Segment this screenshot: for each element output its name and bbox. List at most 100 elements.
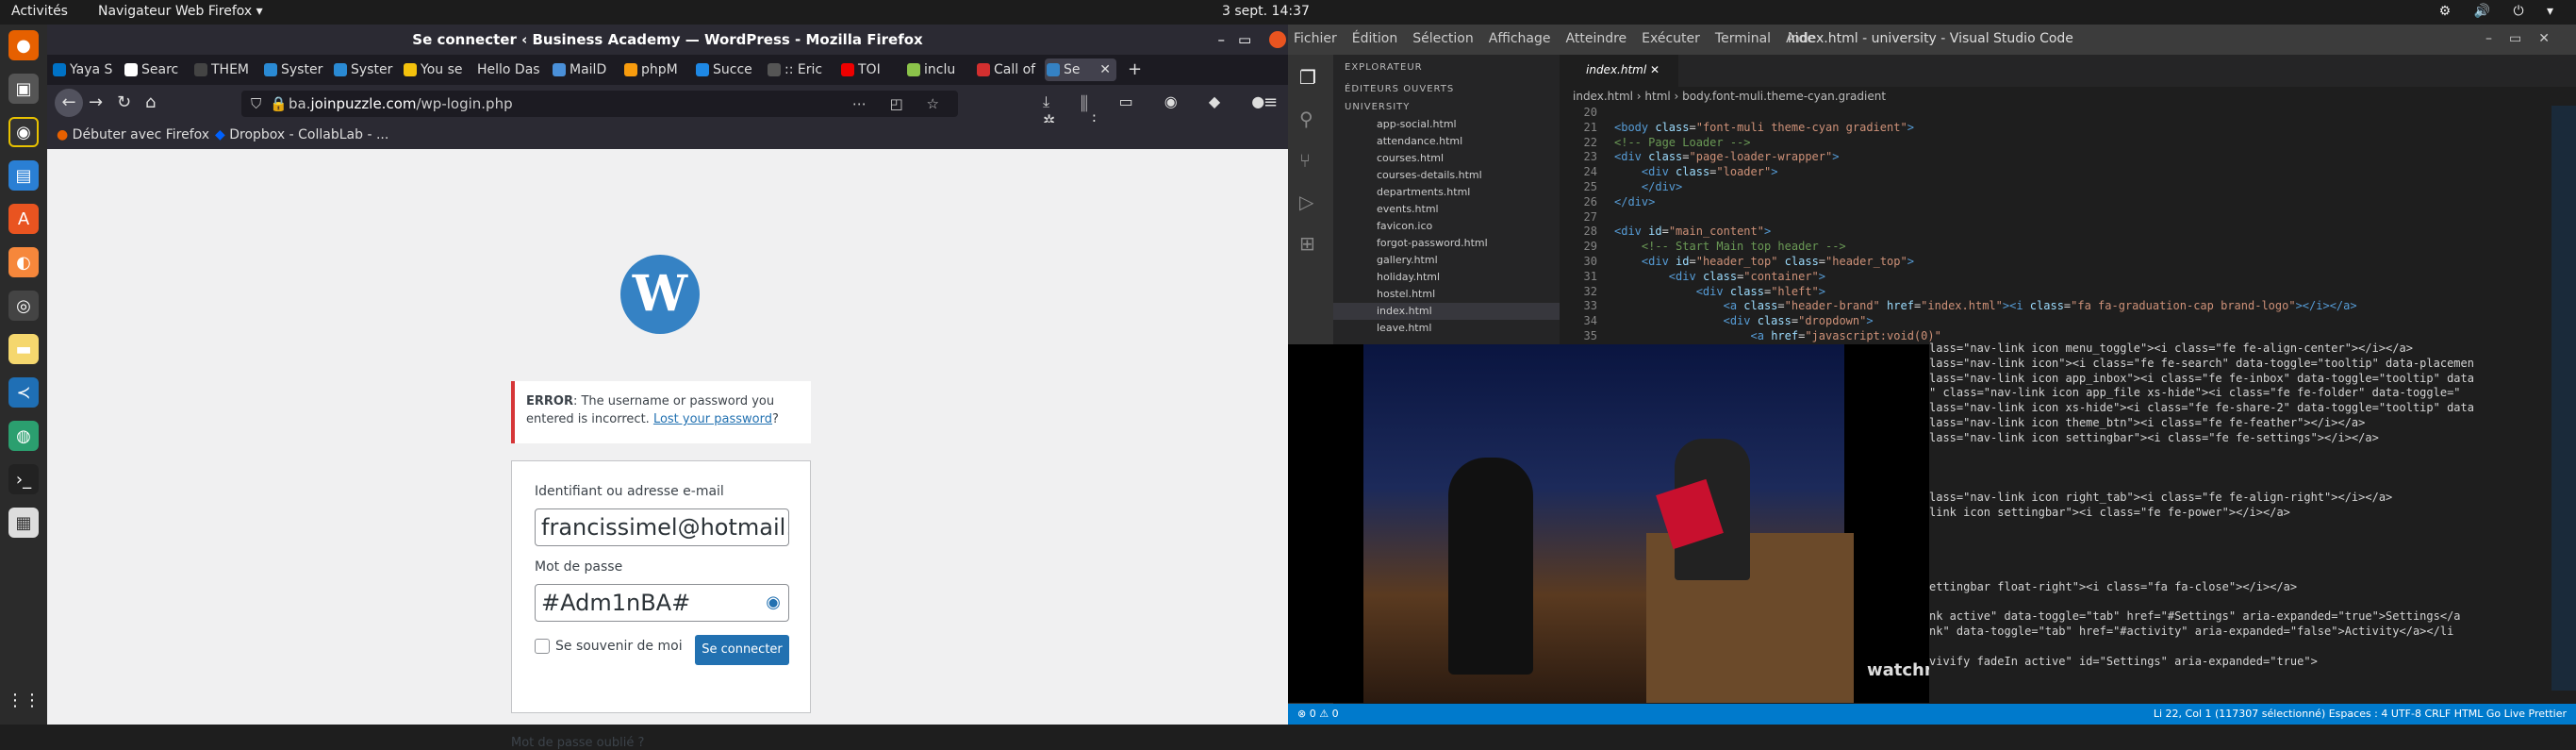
clock[interactable]: 3 sept. 14:37 xyxy=(1222,4,1310,19)
menu-item[interactable]: Exécuter xyxy=(1642,31,1700,46)
tab-item[interactable]: TOI xyxy=(839,58,901,81)
window-controls[interactable]: –▭✕ xyxy=(2485,31,2567,46)
open-editors-section[interactable]: ÉDITEURS OUVERTS xyxy=(1333,80,1560,98)
tab-item-active[interactable]: Se ✕ xyxy=(1045,58,1116,81)
firefox-icon[interactable]: ● xyxy=(8,30,39,60)
file-item[interactable]: courses.html xyxy=(1333,150,1560,167)
file-item[interactable]: courses-details.html xyxy=(1333,167,1560,184)
system-icon xyxy=(264,63,277,76)
breadcrumb[interactable]: index.html › html › body.font-muli.theme… xyxy=(1560,87,2576,106)
gitkraken-icon[interactable]: ◍ xyxy=(8,421,39,451)
lost-password-footer-link[interactable]: Mot de passe oublié ? xyxy=(511,736,644,750)
tab-item[interactable]: You se xyxy=(402,58,468,81)
code-editor[interactable]: 20 21 <body class="font-muli theme-cyan g… xyxy=(1560,106,2502,370)
status-right[interactable]: Li 22, Col 1 (117307 sélectionné) Espace… xyxy=(2154,704,2567,725)
remember-checkbox[interactable] xyxy=(535,639,550,654)
hide-password-icon[interactable]: ◉ xyxy=(766,585,781,621)
username-input[interactable]: francissimel@hotmail.com xyxy=(535,508,789,546)
file-item[interactable]: favicon.ico xyxy=(1333,218,1560,235)
back-icon[interactable]: ← xyxy=(55,89,83,117)
close-tab-icon[interactable]: ✕ xyxy=(1650,63,1660,76)
menu-item[interactable]: Terminal xyxy=(1715,31,1771,46)
file-item[interactable]: attendance.html xyxy=(1333,133,1560,150)
close-tab-icon[interactable]: ✕ xyxy=(1099,58,1111,81)
new-tab-button[interactable]: + xyxy=(1124,58,1147,81)
rhythmbox-icon[interactable]: ◉ xyxy=(8,117,39,147)
extensions-icon[interactable]: ⊞ xyxy=(1299,232,1315,255)
url-bar[interactable]: ⛉ 🔒 ba.joinpuzzle.com/wp-login.php ⋯ ◰ ☆ xyxy=(241,91,958,117)
password-input[interactable]: #Adm1nBA# ◉ xyxy=(535,584,789,622)
tab-item[interactable]: phpM xyxy=(622,58,690,81)
file-item[interactable]: hostel.html xyxy=(1333,286,1560,303)
wordpress-logo[interactable]: W xyxy=(620,255,700,334)
bookmark-item[interactable]: ● Débuter avec Firefox xyxy=(57,127,209,142)
bookmark-item[interactable]: ◆ Dropbox - CollabLab - ... xyxy=(215,127,388,142)
tab-item[interactable]: Yaya S xyxy=(51,58,119,81)
file-item[interactable]: events.html xyxy=(1333,201,1560,218)
problems-indicator[interactable]: ⊗ 0 ⚠ 0 xyxy=(1288,708,1339,720)
menu-item[interactable]: Affichage xyxy=(1489,31,1551,46)
terminal-icon[interactable]: ›_ xyxy=(8,464,39,494)
menu-icon[interactable]: ≡ xyxy=(1263,92,1278,112)
app-menu[interactable]: Navigateur Web Firefox ▾ xyxy=(98,4,263,19)
menu-item[interactable]: Atteindre xyxy=(1566,31,1627,46)
vscode-icon[interactable]: ≺ xyxy=(8,377,39,408)
menu-item[interactable]: Sélection xyxy=(1412,31,1474,46)
close-window-button[interactable] xyxy=(1269,31,1286,48)
tab-item[interactable]: Succe xyxy=(694,58,762,81)
themeforest-icon xyxy=(194,63,207,76)
check-icon xyxy=(696,63,709,76)
lock-icon[interactable]: 🔒 xyxy=(270,91,288,117)
tab-item[interactable]: Call of xyxy=(975,58,1041,81)
firefox-icon: ● xyxy=(57,127,73,142)
tab-item[interactable]: :: Eric xyxy=(766,58,835,81)
show-apps-icon[interactable]: ⋮⋮ xyxy=(7,685,41,715)
file-item[interactable]: gallery.html xyxy=(1333,252,1560,269)
doc-icon xyxy=(907,63,920,76)
search-icon[interactable]: ⚲ xyxy=(1299,108,1313,130)
menu-item[interactable]: Fichier xyxy=(1294,31,1337,46)
page-actions-icon[interactable]: ⋯ ◰ ☆ xyxy=(852,91,949,117)
tab-item[interactable]: Syster xyxy=(262,58,328,81)
file-item[interactable]: departments.html xyxy=(1333,184,1560,201)
forward-icon[interactable]: → xyxy=(89,92,103,112)
files-icon[interactable]: ▣ xyxy=(8,74,39,104)
dropbox-icon: ◆ xyxy=(215,127,230,142)
debug-icon[interactable]: ▷ xyxy=(1299,191,1313,213)
explorer-icon[interactable]: ❐ xyxy=(1299,66,1316,89)
activities-button[interactable]: Activités xyxy=(11,4,68,19)
source-control-icon[interactable]: ⑂ xyxy=(1299,149,1311,172)
picture-in-picture-video[interactable]: watchmojo xyxy=(1288,344,1972,703)
tab-item[interactable]: Syster xyxy=(332,58,398,81)
file-item-active[interactable]: index.html xyxy=(1333,303,1560,320)
postman-icon[interactable]: ◐ xyxy=(8,247,39,277)
file-item[interactable]: forgot-password.html xyxy=(1333,235,1560,252)
login-submit-button[interactable]: Se connecter xyxy=(695,635,789,665)
tab-item[interactable]: Hello Das xyxy=(471,58,547,81)
reload-icon[interactable]: ↻ xyxy=(117,92,131,112)
code-editor-continued[interactable]: lass="nav-link icon menu_toggle"><i clas… xyxy=(1929,342,2533,681)
menu-item[interactable]: Édition xyxy=(1352,31,1397,46)
file-item[interactable]: app-social.html xyxy=(1333,116,1560,133)
remember-me[interactable]: Se souvenir de moi xyxy=(535,639,683,654)
tab-item[interactable]: MailD xyxy=(551,58,619,81)
file-item[interactable]: leave.html xyxy=(1333,320,1560,337)
editor-tab[interactable]: index.html ✕ xyxy=(1560,55,1678,87)
minimap[interactable] xyxy=(2551,106,2576,691)
system-tray[interactable]: ⚙ 🔊 ⏻ ▾ xyxy=(2439,4,2563,19)
tab-item[interactable]: Searc xyxy=(123,58,189,81)
shield-icon[interactable]: ⛉ xyxy=(251,91,261,117)
home-icon[interactable]: ⌂ xyxy=(145,92,156,112)
screenshot-icon[interactable]: ▦ xyxy=(8,508,39,538)
file-item[interactable]: holiday.html xyxy=(1333,269,1560,286)
tab-item[interactable]: inclu xyxy=(905,58,971,81)
notes-icon[interactable]: ▬ xyxy=(8,334,39,364)
tab-item[interactable]: THEM xyxy=(192,58,258,81)
writer-icon[interactable]: ▤ xyxy=(8,160,39,191)
lost-password-link[interactable]: Lost your password xyxy=(653,412,772,426)
obs-icon[interactable]: ◎ xyxy=(8,291,39,321)
status-bar: ⊗ 0 ⚠ 0 Li 22, Col 1 (117307 sélectionné… xyxy=(1288,704,2576,725)
folder-section[interactable]: UNIVERSITY xyxy=(1333,98,1560,116)
menu-bar: Fichier Édition Sélection Affichage Atteindr… xyxy=(1294,31,1830,46)
software-icon[interactable]: A xyxy=(8,204,39,234)
